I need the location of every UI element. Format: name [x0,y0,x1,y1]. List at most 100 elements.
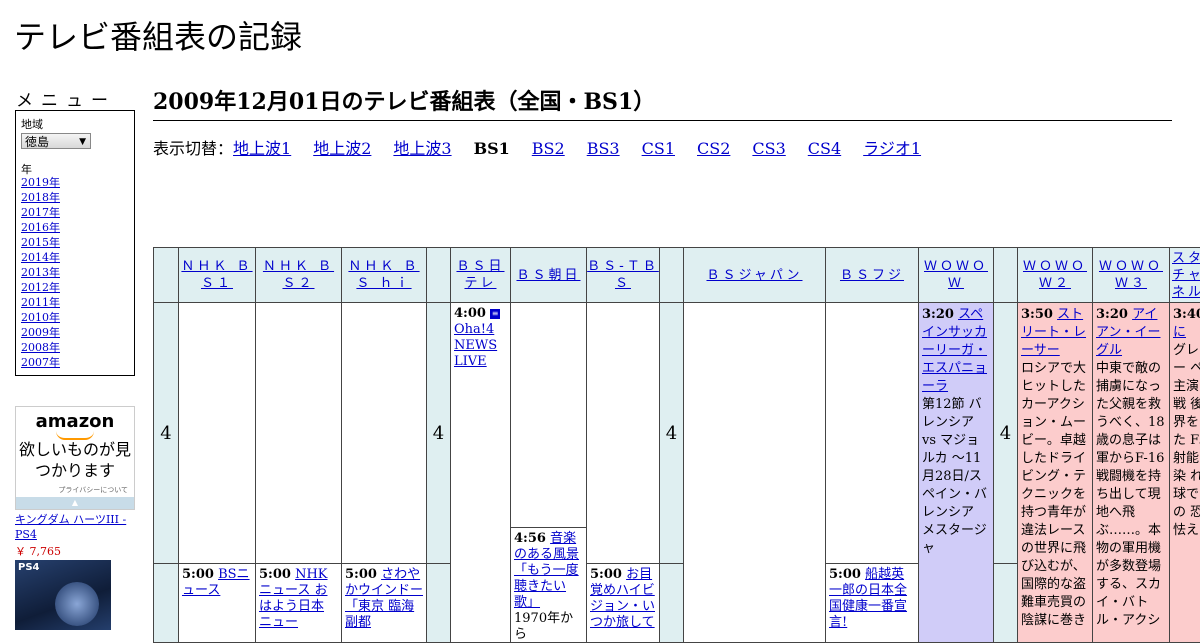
year-link[interactable]: 2015年 [21,236,60,249]
menu-label: メニュー [16,91,116,111]
switcher-prefix: 表示切替： [153,139,234,158]
program-time: 3:20 [922,307,954,322]
channel-header[interactable]: ＢＳ朝日 [510,247,587,303]
year-link[interactable]: 2009年 [21,326,60,339]
hour-cell: 4 [993,302,1018,564]
channel-header[interactable]: スターチャンネル [1169,247,1200,303]
product-image[interactable]: PS4 [15,560,111,630]
program-time: 4:00 [454,306,486,321]
empty-slot [341,302,427,564]
year-link[interactable]: 2012年 [21,281,60,294]
program-description: グレ リー ペッ 主演 核戦 後の 界を いた F。 射能 汚染 れた 球で 人… [1173,343,1200,538]
program-cell[interactable]: 3:40 渚に グレ リー ペッ 主演 核戦 後の 界を いた F。 射能 汚染… [1169,302,1200,643]
program-time: 3:40 [1173,307,1200,322]
channel-link[interactable]: ＮＨＫ ＢＳ２ [256,258,341,292]
product-link[interactable]: キングダム ハーツIII - PS4 [15,512,140,542]
switcher-link-terrestrial-1[interactable]: 地上波1 [233,139,291,158]
channel-header[interactable]: ＢＳ-ＴＢＳ [586,247,660,303]
program-time: 5:00 [182,567,214,582]
switcher-link-cs3[interactable]: CS3 [752,139,785,158]
hour-header-corner [993,247,1018,303]
program-cell[interactable]: 4:00 ≡ Oha!4 NEWS LIVE [450,302,511,643]
channel-header[interactable]: ＢＳフジ [825,247,919,303]
program-cell[interactable]: 3:20 アイアン・イーグル 中東で敵の捕虜になった父親を救うべく、18歳の息子… [1092,302,1170,643]
channel-header[interactable]: ＮＨＫ ＢＳ２ [255,247,342,303]
switcher-link-bs3[interactable]: BS3 [587,139,620,158]
channel-link[interactable]: ＢＳ日テレ [451,258,510,292]
menu-box: 地域 徳島 ▼ 年 2019年 2018年 2017年 2016年 2015年 … [15,110,135,376]
program-cell[interactable]: 5:00 BSニュース [178,563,256,643]
program-cell[interactable]: 3:20 スペインサッカーリーガ・エスパニョーラ 第12節 バレンシア vs マ… [918,302,994,643]
channel-link[interactable]: スターチャンネル [1172,250,1200,301]
region-label: 地域 [21,118,43,131]
program-cell[interactable]: 5:00 船越英一郎の日本全国健康一番宣言! [825,563,919,643]
program-time: 3:20 [1096,307,1128,322]
empty-slot [510,302,587,528]
channel-link[interactable]: ＷＯＷＯＷ２ [1018,258,1092,292]
program-cell[interactable]: 3:50 ストリート・レーサー ロシアで大ヒットしたカーアクション・ムービー。卓… [1017,302,1093,643]
switcher-current-bs1: BS1 [473,139,510,158]
year-link[interactable]: 2016年 [21,221,60,234]
empty-slot [683,302,826,643]
program-cell[interactable]: 4:56 音楽のある風景「もう一度聴きたい歌」 1970年から [510,527,587,643]
switcher-link-terrestrial-2[interactable]: 地上波2 [313,139,371,158]
ad-collapse-arrow-icon[interactable]: ▲ [16,497,134,509]
channel-header[interactable]: ＢＳジャパン [683,247,826,303]
empty-slot [178,302,256,564]
year-link[interactable]: 2013年 [21,266,60,279]
channel-link[interactable]: ＢＳ-ＴＢＳ [587,258,659,292]
channel-header[interactable]: ＷＯＷＯＷ３ [1092,247,1170,303]
display-switcher: 表示切替：地上波1 地上波2 地上波3 BS1 BS2 BS3 CS1 CS2 CS3 CS4 ラジ… [153,135,943,159]
channel-header[interactable]: ＷＯＷＯＷ２ [1017,247,1093,303]
year-link[interactable]: 2018年 [21,191,60,204]
game-cover-art-icon [55,582,99,626]
program-description: ロシアで大ヒットしたカーアクション・ムービー。卓越したドライビング・テクニックを… [1021,361,1087,628]
program-description: 第12節 バレンシア vs マジョルカ ～11月28日/スペイン・バレンシア メ… [922,397,988,556]
program-cell[interactable]: 5:00 さわやかウインドー「東京 臨海副都 [341,563,427,643]
switcher-link-radio1[interactable]: ラジオ1 [863,139,921,158]
switcher-link-terrestrial-3[interactable]: 地上波3 [393,139,451,158]
switcher-link-cs4[interactable]: CS4 [808,139,841,158]
channel-link[interactable]: ＷＯＷＯＷ３ [1093,258,1169,292]
year-link[interactable]: 2008年 [21,341,60,354]
ad-privacy-link[interactable]: プライバシーについて [58,485,128,495]
dropdown-arrow-icon: ▼ [79,137,86,147]
channel-header[interactable]: ＮＨＫ ＢＳ１ [178,247,256,303]
empty-slot [255,302,342,564]
amazon-ad[interactable]: amazon 欲しいものが見つかります プライバシーについて ▲ [15,406,135,510]
program-title[interactable]: Oha!4 NEWS LIVE [454,322,497,369]
empty-slot [586,302,660,564]
program-cell[interactable]: 5:00 NHKニュース おはよう日本 ニュー [255,563,342,643]
switcher-link-bs2[interactable]: BS2 [532,139,565,158]
channel-header[interactable]: ＮＨＫ ＢＳ ｈｉ [341,247,427,303]
channel-link[interactable]: ＮＨＫ ＢＳ ｈｉ [342,258,426,292]
hour-cell [659,563,684,643]
channel-link[interactable]: ＢＳ朝日 [516,267,580,284]
hour-cell: 4 [426,302,451,564]
program-time: 3:50 [1021,307,1053,322]
year-link[interactable]: 2014年 [21,251,60,264]
channel-link[interactable]: ＮＨＫ ＢＳ１ [179,258,255,292]
ps4-badge: PS4 [18,562,40,573]
program-time: 5:00 [590,567,622,582]
region-select[interactable]: 徳島 ▼ [21,133,91,149]
year-link[interactable]: 2007年 [21,356,60,369]
empty-slot [825,302,919,564]
hour-cell [153,563,179,643]
hour-cell [426,563,451,643]
channel-header[interactable]: ＷＯＷＯＷ [918,247,994,303]
switcher-link-cs1[interactable]: CS1 [642,139,675,158]
year-link[interactable]: 2017年 [21,206,60,219]
hour-cell: 4 [153,302,179,564]
program-time: 5:00 [345,567,377,582]
year-link[interactable]: 2019年 [21,176,60,189]
program-cell[interactable]: 5:00 お目覚めハイビジョン・いつか旅して [586,563,660,643]
year-link[interactable]: 2010年 [21,311,60,324]
year-link[interactable]: 2011年 [21,296,60,309]
product-price: ￥ 7,765 [15,545,61,558]
channel-header[interactable]: ＢＳ日テレ [450,247,511,303]
channel-link[interactable]: ＷＯＷＯＷ [919,258,993,292]
switcher-link-cs2[interactable]: CS2 [697,139,730,158]
channel-link[interactable]: ＢＳフジ [840,267,904,284]
channel-link[interactable]: ＢＳジャパン [706,267,802,284]
